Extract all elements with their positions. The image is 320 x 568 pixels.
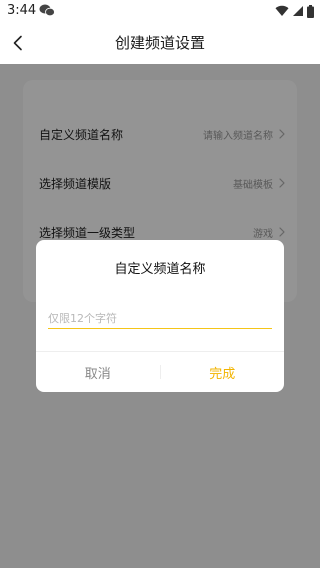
- status-icons: [275, 4, 314, 18]
- wifi-icon: [275, 5, 289, 17]
- channel-name-dialog: 自定义频道名称 取消 完成: [36, 240, 284, 392]
- done-button[interactable]: 完成: [161, 352, 285, 392]
- status-time: 3:44: [7, 3, 37, 18]
- channel-name-input[interactable]: [48, 308, 272, 329]
- dialog-title: 自定义频道名称: [114, 262, 206, 277]
- page-title: 创建频道设置: [114, 34, 205, 52]
- status-bar: 3:44: [0, 0, 320, 22]
- header: 创建频道设置: [0, 22, 320, 64]
- dialog-footer: 取消 完成: [36, 351, 284, 392]
- battery-icon: [307, 4, 314, 18]
- wechat-icon: [39, 4, 55, 17]
- screen: 3:44 创建频道设置 自定义频道名称 请输入频道名称 选择频道模版 基础模板 …: [0, 0, 320, 568]
- back-button[interactable]: [6, 31, 30, 55]
- chevron-left-icon: [13, 35, 22, 51]
- cancel-button[interactable]: 取消: [36, 352, 160, 392]
- signal-icon: [293, 6, 303, 16]
